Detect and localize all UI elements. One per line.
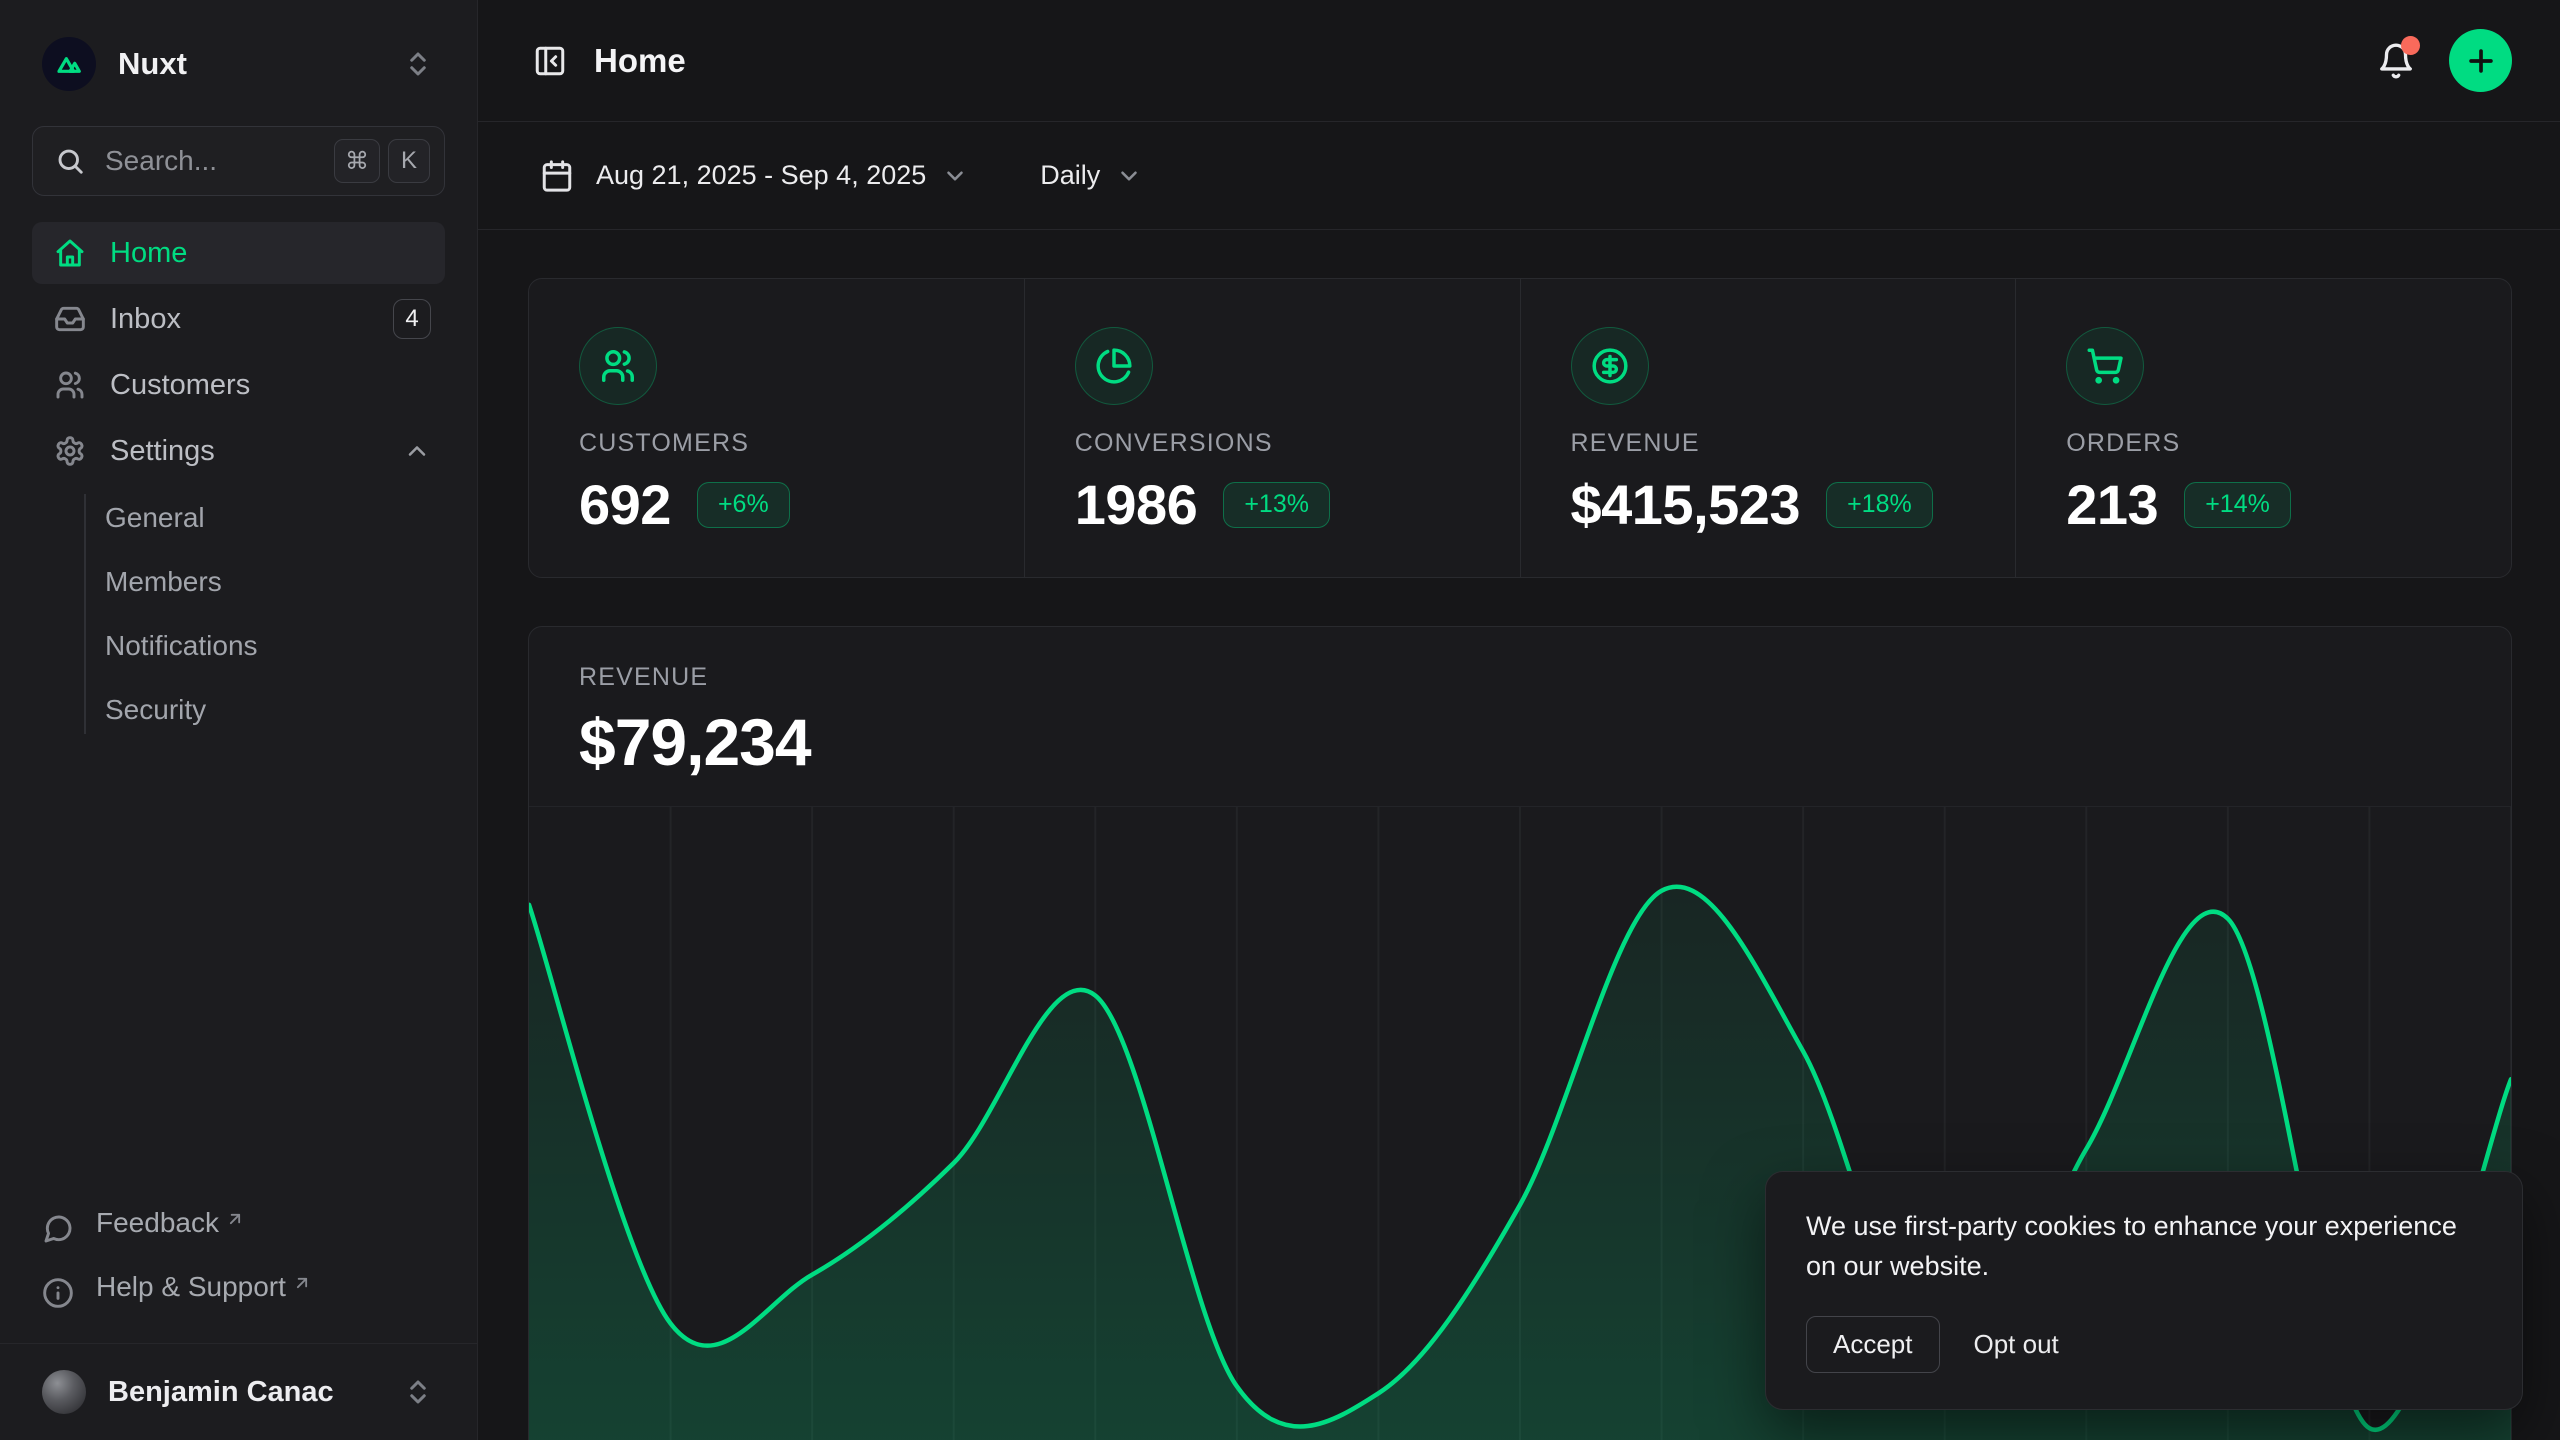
gear-icon (54, 435, 86, 467)
sidebar-item-inbox[interactable]: Inbox 4 (32, 288, 445, 350)
cookie-banner: We use first-party cookies to enhance yo… (1765, 1171, 2523, 1410)
inbox-icon (54, 303, 86, 335)
filters-toolbar: Aug 21, 2025 - Sep 4, 2025 Daily (478, 122, 2560, 230)
nuxt-logo-icon (42, 37, 96, 91)
stat-delta-badge: +18% (1826, 482, 1933, 528)
sidebar-item-notifications[interactable]: Notifications (105, 614, 445, 678)
chevron-up-icon (403, 437, 431, 465)
sidebar-item-label: Customers (110, 369, 431, 402)
circle-dollar-icon (1571, 327, 1649, 405)
feedback-link[interactable]: Feedback (42, 1207, 435, 1261)
users-icon (579, 327, 657, 405)
search-placeholder: Search... (105, 145, 326, 177)
user-name: Benjamin Canac (108, 1376, 403, 1409)
stat-revenue[interactable]: REVENUE $415,523 +18% (1520, 279, 2016, 577)
stat-value: 1986 (1075, 472, 1198, 537)
panel-left-close-icon (533, 44, 567, 78)
sidebar-item-members[interactable]: Members (105, 550, 445, 614)
calendar-icon (540, 159, 574, 193)
feedback-label: Feedback (96, 1207, 219, 1239)
plus-icon (2464, 44, 2498, 78)
stat-delta-badge: +14% (2184, 482, 2291, 528)
date-range-picker[interactable]: Aug 21, 2025 - Sep 4, 2025 (528, 149, 980, 203)
date-range-label: Aug 21, 2025 - Sep 4, 2025 (596, 160, 926, 191)
sidebar-item-security[interactable]: Security (105, 678, 445, 742)
revenue-chart-value: $79,234 (579, 704, 2511, 780)
stat-delta-badge: +13% (1223, 482, 1330, 528)
sidebar-item-label: Inbox (110, 303, 393, 336)
pie-chart-icon (1075, 327, 1153, 405)
sidebar-item-settings[interactable]: Settings (32, 420, 445, 482)
stats-row: CUSTOMERS 692 +6% CONVERSIONS 1986 +13% (528, 278, 2512, 578)
stat-label: CONVERSIONS (1075, 429, 1520, 458)
user-avatar (42, 1370, 86, 1414)
sidebar-nav: Home Inbox 4 Customers Settings General … (32, 222, 445, 742)
users-icon (54, 369, 86, 401)
info-circle-icon (42, 1277, 74, 1309)
chevron-down-icon (1116, 163, 1142, 189)
chevrons-up-down-icon (403, 1377, 433, 1407)
cookie-actions: Accept Opt out (1806, 1316, 2482, 1373)
help-support-label: Help & Support (96, 1271, 286, 1303)
notification-alert-dot (2401, 36, 2420, 55)
stat-label: REVENUE (1571, 429, 2016, 458)
settings-subnav: General Members Notifications Security (32, 486, 445, 742)
stat-conversions[interactable]: CONVERSIONS 1986 +13% (1024, 279, 1520, 577)
help-support-link[interactable]: Help & Support (42, 1271, 435, 1325)
stat-delta-badge: +6% (697, 482, 790, 528)
sidebar-item-label: Settings (110, 435, 403, 468)
stat-customers[interactable]: CUSTOMERS 692 +6% (529, 279, 1024, 577)
stat-value: 213 (2066, 472, 2158, 537)
sidebar: Nuxt Search... ⌘ K Home Inbox 4 Customer… (0, 0, 478, 1440)
revenue-chart-label: REVENUE (579, 663, 2511, 692)
stat-value: 692 (579, 472, 671, 537)
stat-label: CUSTOMERS (579, 429, 1024, 458)
notifications-button[interactable] (2369, 34, 2423, 88)
home-icon (54, 237, 86, 269)
workspace-switcher[interactable]: Nuxt (32, 24, 445, 104)
granularity-value: Daily (1040, 160, 1100, 191)
chevron-down-icon (942, 163, 968, 189)
workspace-name: Nuxt (118, 46, 403, 82)
inbox-count-badge: 4 (393, 299, 431, 339)
stat-value: $415,523 (1571, 472, 1801, 537)
cookie-accept-button[interactable]: Accept (1806, 1316, 1940, 1373)
external-link-arrow-icon (292, 1273, 312, 1293)
kbd-cmd: ⌘ (334, 139, 380, 183)
external-link-arrow-icon (225, 1209, 245, 1229)
search-input[interactable]: Search... ⌘ K (32, 126, 445, 196)
stat-label: ORDERS (2066, 429, 2511, 458)
user-menu[interactable]: Benjamin Canac (32, 1344, 445, 1440)
cookie-optout-button[interactable]: Opt out (1974, 1329, 2059, 1360)
sidebar-item-label: Home (110, 237, 431, 270)
sidebar-spacer (32, 742, 445, 1207)
sidebar-item-home[interactable]: Home (32, 222, 445, 284)
chevrons-up-down-icon (403, 49, 433, 79)
revenue-chart-header: REVENUE $79,234 (529, 627, 2511, 780)
page-title: Home (594, 42, 2369, 80)
collapse-sidebar-button[interactable] (528, 39, 572, 83)
shopping-cart-icon (2066, 327, 2144, 405)
sidebar-footer-links: Feedback Help & Support (32, 1207, 445, 1325)
sidebar-item-customers[interactable]: Customers (32, 354, 445, 416)
kbd-k: K (388, 139, 430, 183)
cookie-message: We use first-party cookies to enhance yo… (1806, 1206, 2482, 1286)
page-header: Home (478, 0, 2560, 122)
search-icon (55, 146, 85, 176)
stat-orders[interactable]: ORDERS 213 +14% (2015, 279, 2511, 577)
granularity-select[interactable]: Daily (1028, 150, 1154, 201)
add-button[interactable] (2449, 29, 2512, 92)
message-circle-icon (42, 1213, 74, 1245)
sidebar-item-general[interactable]: General (105, 486, 445, 550)
